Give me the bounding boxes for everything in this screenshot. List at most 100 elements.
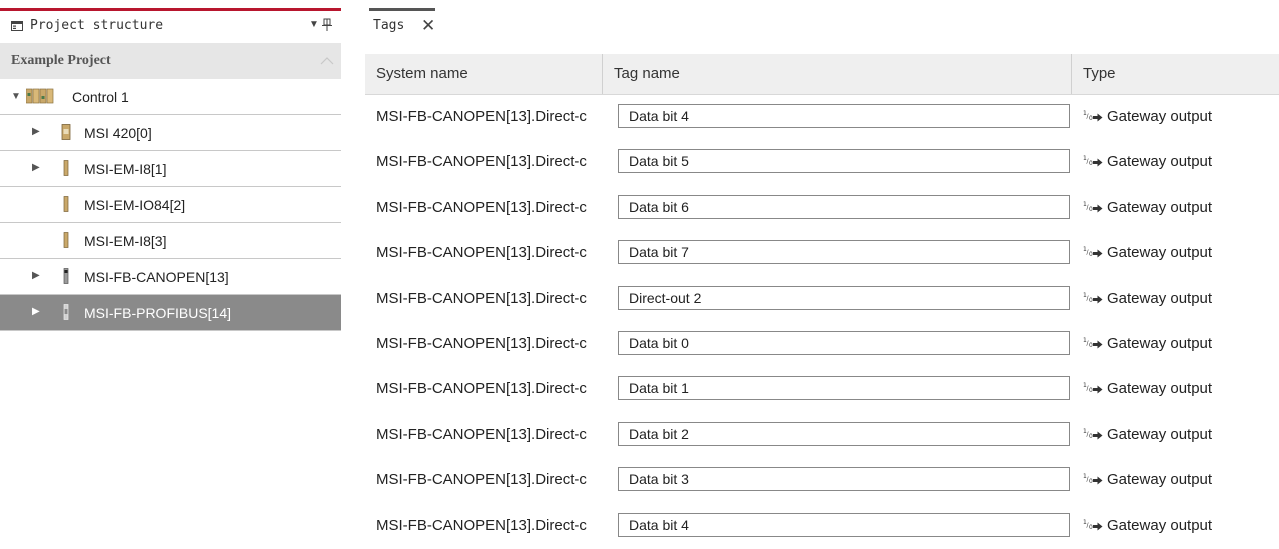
gateway-output-icon: 1 / 0 xyxy=(1083,519,1103,531)
table-row[interactable]: MSI-FB-CANOPEN[13].Direct-c Data bit 7 1… xyxy=(365,231,1279,276)
project-tree: ▼ Control 1 ▶ MSI 420[0] ▶ MSI-EM-I8[1] … xyxy=(0,79,341,331)
tree-item-msi-fb-profibus-14[interactable]: ▶ MSI-FB-PROFIBUS[14] xyxy=(0,295,341,331)
system-name-cell: MSI-FB-CANOPEN[13].Direct-c xyxy=(376,108,587,125)
tab-tags[interactable]: Tags xyxy=(373,18,404,33)
system-name-cell: MSI-FB-CANOPEN[13].Direct-c xyxy=(376,380,587,398)
gateway-output-icon: 1 / 0 xyxy=(1083,428,1103,440)
tag-name-input[interactable]: Direct-out 2 xyxy=(618,285,1070,310)
column-header-type[interactable]: Type xyxy=(1072,54,1279,94)
system-name-cell: MSI-FB-CANOPEN[13].Direct-c xyxy=(376,289,587,307)
svg-text:0: 0 xyxy=(1089,342,1093,349)
type-label: Gateway output xyxy=(1107,153,1213,171)
gateway-output-icon: 1 / 0 xyxy=(1083,110,1103,122)
gateway-output-icon: 1 / 0 xyxy=(1083,201,1103,213)
gateway-output-icon: 1 / 0 xyxy=(1083,337,1103,349)
tree-item-label: MSI-FB-PROFIBUS[14] xyxy=(84,305,232,321)
svg-text:0: 0 xyxy=(1089,115,1093,122)
collapsed-arrow-icon[interactable]: ▶ xyxy=(32,162,40,173)
tag-name-input[interactable]: Data bit 5 xyxy=(618,149,1070,174)
tag-name-input[interactable]: Data bit 0 xyxy=(618,330,1070,355)
controller-icon xyxy=(26,88,54,104)
tag-name-input[interactable]: Data bit 4 xyxy=(618,512,1070,537)
tree-item-msi-em-io84-2[interactable]: MSI-EM-IO84[2] xyxy=(0,187,341,223)
system-name-cell: MSI-FB-CANOPEN[13].Direct-c xyxy=(376,244,587,262)
tree-item-msi-fb-canopen-13[interactable]: ▶ MSI-FB-CANOPEN[13] xyxy=(0,259,341,295)
type-cell: 1 / 0 Gateway output xyxy=(1083,199,1212,216)
svg-text:0: 0 xyxy=(1089,206,1093,213)
column-header-system-name[interactable]: System name xyxy=(365,54,602,94)
tree-item-msi-em-i8-1[interactable]: ▶ MSI-EM-I8[1] xyxy=(0,151,341,187)
tree-item-label: MSI-EM-I8[1] xyxy=(84,161,167,177)
type-cell: 1 / 0 Gateway output xyxy=(1083,426,1212,443)
type-cell: 1 / 0 Gateway output xyxy=(1083,108,1212,125)
system-name-cell: MSI-FB-CANOPEN[13].Direct-c xyxy=(376,198,587,216)
type-label: Gateway output xyxy=(1107,289,1213,307)
tags-table: System name Tag name Type MSI-FB-CANOPEN… xyxy=(365,54,1279,549)
tag-name-input[interactable]: Data bit 7 xyxy=(618,240,1070,265)
collapsed-arrow-icon[interactable]: ▶ xyxy=(32,306,40,317)
tree-item-msi-em-i8-3[interactable]: MSI-EM-I8[3] xyxy=(0,223,341,259)
table-row[interactable]: MSI-FB-CANOPEN[13].Direct-c Data bit 4 1… xyxy=(365,95,1279,140)
module-icon xyxy=(63,232,69,248)
type-cell: 1 / 0 Gateway output xyxy=(1083,244,1212,261)
fieldbus-module-icon xyxy=(63,268,69,284)
pin-icon[interactable] xyxy=(322,18,332,32)
tags-panel: Tags ✕ System name Tag name Type MSI-FB-… xyxy=(359,0,1279,544)
tag-name-input[interactable]: Data bit 4 xyxy=(618,104,1070,128)
svg-text:0: 0 xyxy=(1089,297,1093,304)
close-icon[interactable]: ✕ xyxy=(421,16,435,36)
gateway-output-icon: 1 / 0 xyxy=(1083,155,1103,167)
system-name-cell: MSI-FB-CANOPEN[13].Direct-c xyxy=(376,516,587,534)
type-cell: 1 / 0 Gateway output xyxy=(1083,517,1212,534)
type-label: Gateway output xyxy=(1107,380,1213,398)
system-name-cell: MSI-FB-CANOPEN[13].Direct-c xyxy=(376,471,587,489)
tag-name-input[interactable]: Data bit 2 xyxy=(618,421,1070,446)
tag-name-input[interactable]: Data bit 1 xyxy=(618,376,1070,401)
expanded-arrow-icon[interactable]: ▼ xyxy=(11,91,21,102)
type-cell: 1 / 0 Gateway output xyxy=(1083,380,1212,397)
gateway-output-icon: 1 / 0 xyxy=(1083,473,1103,485)
type-label: Gateway output xyxy=(1107,334,1213,352)
table-row[interactable]: MSI-FB-CANOPEN[13].Direct-c Direct-out 2… xyxy=(365,277,1279,322)
table-row[interactable]: MSI-FB-CANOPEN[13].Direct-c Data bit 5 1… xyxy=(365,140,1279,185)
tag-name-input[interactable]: Data bit 6 xyxy=(618,194,1070,219)
svg-text:0: 0 xyxy=(1089,251,1093,258)
table-row[interactable]: MSI-FB-CANOPEN[13].Direct-c Data bit 0 1… xyxy=(365,322,1279,367)
chevron-up-icon[interactable] xyxy=(320,56,334,66)
column-header-tag-name[interactable]: Tag name xyxy=(603,54,1071,94)
collapsed-arrow-icon[interactable]: ▶ xyxy=(32,126,40,137)
table-row[interactable]: MSI-FB-CANOPEN[13].Direct-c Data bit 6 1… xyxy=(365,186,1279,231)
tree-item-msi-420[interactable]: ▶ MSI 420[0] xyxy=(0,115,341,151)
table-row[interactable]: MSI-FB-CANOPEN[13].Direct-c Data bit 3 1… xyxy=(365,458,1279,503)
collapsed-arrow-icon[interactable]: ▶ xyxy=(32,270,40,281)
table-row[interactable]: MSI-FB-CANOPEN[13].Direct-c Data bit 2 1… xyxy=(365,413,1279,458)
tree-item-label: MSI 420[0] xyxy=(84,125,152,141)
system-name-cell: MSI-FB-CANOPEN[13].Direct-c xyxy=(376,153,587,171)
fieldbus-module-icon xyxy=(63,304,69,320)
tree-item-control-1[interactable]: ▼ Control 1 xyxy=(0,79,341,115)
project-structure-panel: Project structure ▼ Example Project ▼ Co… xyxy=(0,0,354,544)
svg-text:0: 0 xyxy=(1089,433,1093,440)
type-label: Gateway output xyxy=(1107,244,1213,262)
table-row[interactable]: MSI-FB-CANOPEN[13].Direct-c Data bit 1 1… xyxy=(365,367,1279,412)
tree-item-label: Control 1 xyxy=(72,89,129,105)
system-name-cell: MSI-FB-CANOPEN[13].Direct-c xyxy=(376,334,587,352)
table-row[interactable]: MSI-FB-CANOPEN[13].Direct-c Data bit 4 1… xyxy=(365,504,1279,549)
panel-title: Project structure xyxy=(30,18,164,33)
svg-text:0: 0 xyxy=(1089,387,1093,394)
project-title: Example Project xyxy=(11,53,111,68)
system-name-cell: MSI-FB-CANOPEN[13].Direct-c xyxy=(376,425,587,443)
svg-text:0: 0 xyxy=(1089,160,1093,167)
gateway-output-icon: 1 / 0 xyxy=(1083,246,1103,258)
type-cell: 1 / 0 Gateway output xyxy=(1083,471,1212,488)
type-label: Gateway output xyxy=(1107,471,1213,489)
tag-name-input[interactable]: Data bit 3 xyxy=(618,467,1070,492)
svg-text:0: 0 xyxy=(1089,524,1093,531)
type-label: Gateway output xyxy=(1107,425,1213,443)
tree-item-label: MSI-FB-CANOPEN[13] xyxy=(84,269,229,285)
project-header[interactable]: Example Project xyxy=(0,43,341,79)
table-header: System name Tag name Type xyxy=(365,54,1279,95)
panel-menu-dropdown-icon[interactable]: ▼ xyxy=(309,19,319,30)
table-body: MSI-FB-CANOPEN[13].Direct-c Data bit 4 1… xyxy=(365,95,1279,549)
gateway-output-icon: 1 / 0 xyxy=(1083,292,1103,304)
